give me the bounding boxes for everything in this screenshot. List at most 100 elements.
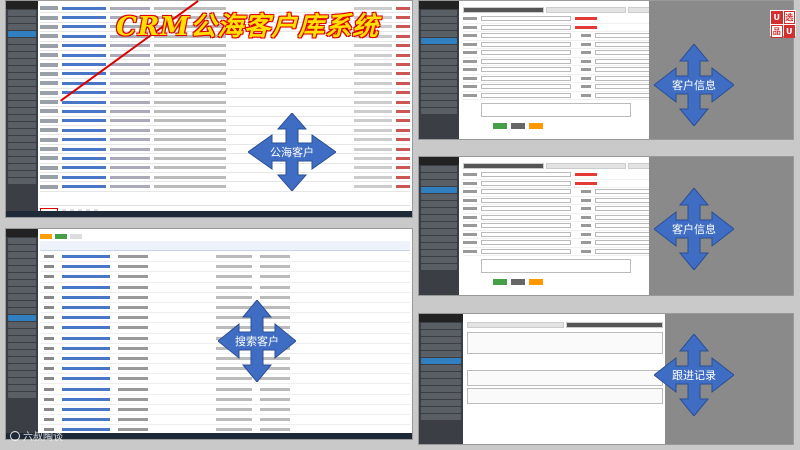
submit-button[interactable] — [529, 123, 543, 129]
tab-customer-info[interactable] — [463, 7, 544, 13]
sidebar-item[interactable] — [8, 157, 36, 163]
field-input[interactable] — [481, 67, 571, 73]
table-cell[interactable] — [62, 44, 106, 48]
sidebar-item[interactable] — [421, 166, 457, 172]
sidebar-item[interactable] — [8, 259, 36, 265]
sidebar-item[interactable] — [421, 222, 457, 228]
sidebar-item[interactable] — [421, 17, 457, 23]
table-cell[interactable] — [62, 255, 110, 259]
sidebar-item[interactable] — [8, 280, 36, 286]
tab-other[interactable] — [70, 233, 82, 239]
table-row[interactable] — [40, 98, 410, 108]
sidebar-item[interactable] — [421, 393, 461, 399]
table-row[interactable] — [40, 272, 410, 283]
sidebar-item[interactable] — [421, 365, 461, 371]
field-input[interactable] — [481, 189, 571, 195]
field-input[interactable] — [595, 84, 655, 90]
table-row[interactable] — [40, 154, 410, 164]
sidebar-item[interactable] — [8, 385, 36, 391]
sidebar-item[interactable] — [8, 371, 36, 377]
sidebar-item[interactable] — [8, 364, 36, 370]
table-row[interactable] — [40, 60, 410, 70]
table-row[interactable] — [40, 262, 410, 273]
sidebar-item[interactable] — [421, 94, 457, 100]
table-cell[interactable] — [62, 185, 106, 189]
tab-customer-info[interactable] — [463, 163, 544, 169]
table-cell[interactable] — [62, 428, 110, 432]
sidebar-item[interactable] — [421, 257, 457, 263]
table-cell[interactable] — [62, 306, 110, 310]
table-cell[interactable] — [62, 418, 110, 422]
cancel-button[interactable] — [511, 123, 525, 129]
sidebar-item[interactable] — [421, 330, 461, 336]
cancel-button[interactable] — [511, 279, 525, 285]
sidebar-item[interactable] — [8, 164, 36, 170]
field-input[interactable] — [595, 248, 655, 254]
table-row[interactable] — [40, 405, 410, 415]
table-cell[interactable] — [62, 166, 106, 170]
field-input[interactable] — [481, 41, 571, 47]
sidebar-item[interactable] — [8, 308, 36, 314]
sidebar-item[interactable] — [421, 10, 457, 16]
sidebar-item[interactable] — [421, 80, 457, 86]
table-cell[interactable] — [62, 295, 110, 299]
sidebar-item[interactable] — [8, 178, 36, 184]
sidebar-item[interactable] — [8, 94, 36, 100]
field-input[interactable] — [481, 197, 571, 203]
table-cell[interactable] — [62, 147, 106, 151]
tab-filter[interactable] — [55, 233, 67, 239]
table-cell[interactable] — [62, 16, 106, 20]
sidebar-item[interactable] — [8, 38, 36, 44]
sidebar-item[interactable] — [421, 379, 461, 385]
sidebar-item[interactable] — [8, 301, 36, 307]
sidebar-item[interactable] — [8, 45, 36, 51]
field-input[interactable] — [481, 84, 571, 90]
sidebar-item[interactable] — [8, 101, 36, 107]
table-cell[interactable] — [62, 53, 106, 57]
tab-customer-info[interactable] — [467, 322, 564, 328]
sidebar-item[interactable] — [421, 400, 461, 406]
field-input[interactable] — [481, 180, 571, 186]
sidebar-item[interactable] — [421, 229, 457, 235]
tab-followup[interactable] — [566, 322, 663, 328]
sidebar-item-active[interactable] — [8, 315, 36, 321]
sidebar-item[interactable] — [421, 87, 457, 93]
sidebar-item[interactable] — [421, 194, 457, 200]
table-cell[interactable] — [62, 119, 106, 123]
field-input[interactable] — [481, 240, 571, 246]
table-cell[interactable] — [62, 387, 110, 391]
table-cell[interactable] — [62, 316, 110, 320]
table-row[interactable] — [40, 51, 410, 61]
sidebar-item[interactable] — [8, 245, 36, 251]
sidebar-item[interactable] — [8, 322, 36, 328]
sidebar-item[interactable] — [8, 287, 36, 293]
sidebar-item[interactable] — [421, 208, 457, 214]
sidebar-item[interactable] — [421, 236, 457, 242]
table-cell[interactable] — [62, 138, 106, 142]
sidebar-item[interactable] — [8, 329, 36, 335]
table-row[interactable] — [40, 135, 410, 145]
field-input[interactable] — [481, 231, 571, 237]
tab-contacts[interactable] — [545, 7, 626, 13]
field-input[interactable] — [595, 41, 655, 47]
table-cell[interactable] — [62, 326, 110, 330]
sidebar-item[interactable] — [421, 264, 457, 270]
sidebar-item[interactable] — [8, 392, 36, 398]
sidebar-item[interactable] — [8, 350, 36, 356]
tab-contacts[interactable] — [545, 163, 626, 169]
field-input[interactable] — [595, 223, 655, 229]
followup-input-box[interactable] — [467, 332, 663, 354]
table-cell[interactable] — [62, 175, 106, 179]
sidebar-item[interactable] — [421, 108, 457, 114]
sidebar-item-active[interactable] — [421, 187, 457, 193]
table-row[interactable] — [40, 164, 410, 174]
sidebar-item[interactable] — [421, 73, 457, 79]
sidebar-item[interactable] — [8, 378, 36, 384]
table-cell[interactable] — [62, 100, 106, 104]
sidebar-item-active[interactable] — [421, 38, 457, 44]
sidebar-item[interactable] — [421, 351, 461, 357]
save-button[interactable] — [493, 123, 507, 129]
table-row[interactable] — [40, 384, 410, 395]
table-cell[interactable] — [62, 356, 110, 360]
field-input[interactable] — [595, 33, 655, 39]
